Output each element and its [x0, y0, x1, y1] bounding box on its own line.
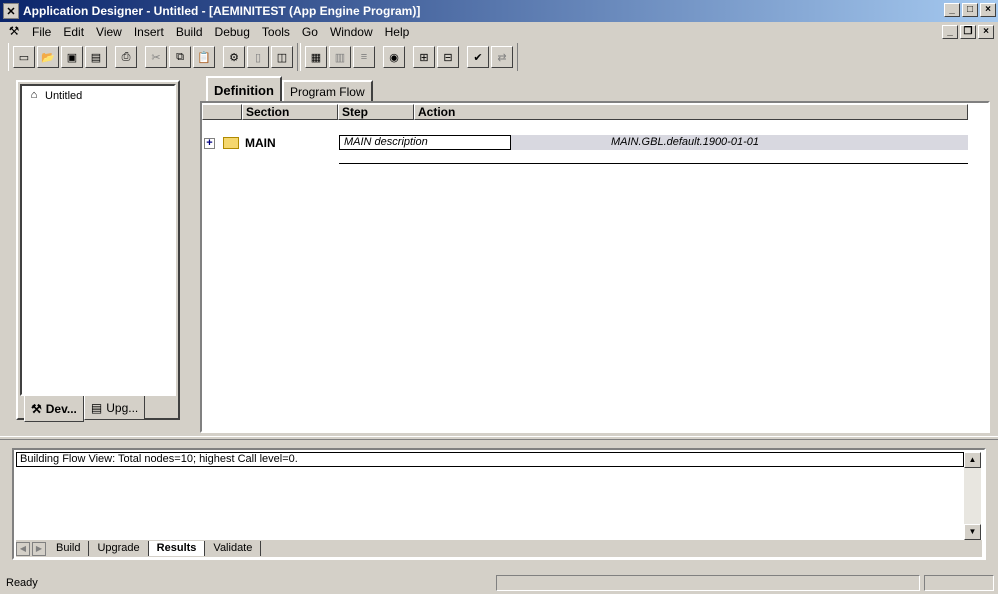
menu-bar: ⚒ File Edit View Insert Build Debug Tool… [0, 22, 998, 42]
app-icon[interactable]: ✕ [3, 3, 19, 19]
tab-upgrade-output[interactable]: Upgrade [89, 541, 149, 556]
status-bar: Ready [0, 572, 998, 594]
cut-icon[interactable]: ✂ [145, 46, 167, 68]
document-icon[interactable]: ⚒ [6, 24, 22, 40]
view-icon[interactable]: ◫ [271, 46, 293, 68]
column-action[interactable]: Action [414, 104, 968, 120]
scroll-up-icon[interactable]: ▲ [964, 452, 981, 468]
splitter[interactable] [0, 436, 998, 440]
delete-step-icon[interactable]: ⊟ [437, 46, 459, 68]
menu-build[interactable]: Build [170, 25, 209, 39]
tab-development[interactable]: ⚒ Dev... [24, 396, 84, 422]
title-bar: ✕ Application Designer - Untitled - [AEM… [0, 0, 998, 22]
section-name: MAIN [245, 136, 276, 150]
tools-icon: ⚒ [31, 401, 42, 416]
status-pane-1 [496, 575, 920, 591]
menu-view[interactable]: View [90, 25, 128, 39]
column-headers: Section Step Action [202, 104, 968, 120]
project-icon: ⌂ [30, 89, 38, 101]
tab-definition[interactable]: Definition [206, 76, 282, 102]
find-icon[interactable]: ▯ [247, 46, 269, 68]
tab-program-flow[interactable]: Program Flow [281, 80, 373, 102]
mdi-restore-button[interactable]: ❐ [960, 25, 976, 39]
section-icon[interactable]: ▦ [305, 46, 327, 68]
compare-icon[interactable]: ⇄ [491, 46, 513, 68]
output-message[interactable]: Building Flow View: Total nodes=10; high… [16, 452, 964, 467]
mdi-minimize-button[interactable]: _ [942, 25, 958, 39]
validate-icon[interactable]: ✔ [467, 46, 489, 68]
copy-icon[interactable]: ⧉ [169, 46, 191, 68]
tab-next-icon[interactable]: ▶ [32, 541, 46, 556]
menu-help[interactable]: Help [379, 25, 416, 39]
new-icon[interactable]: ▭ [13, 46, 35, 68]
menu-insert[interactable]: Insert [128, 25, 170, 39]
scroll-down-icon[interactable]: ▼ [964, 524, 981, 540]
output-scrollbar[interactable]: ▲ ▼ [964, 452, 981, 540]
toolbar: ▭ 📂 ▣ ▤ ⎙ ✂ ⧉ 📋 ⚙ ▯ ◫ ▦ ▥ ≡ ◉ ⊞ ⊟ ✔ ⇄ [8, 42, 520, 72]
divider [339, 163, 968, 164]
minimize-button[interactable]: _ [944, 3, 960, 17]
output-tabs: ◀ ▶ Build Upgrade Results Validate [16, 540, 982, 557]
print-icon[interactable]: ⎙ [115, 46, 137, 68]
upgrade-icon: ▤ [90, 400, 103, 415]
column-step[interactable]: Step [338, 104, 414, 120]
save-icon[interactable]: ▣ [61, 46, 83, 68]
sql-icon[interactable]: ≡ [353, 46, 375, 68]
open-icon[interactable]: 📂 [37, 46, 59, 68]
insert-step-icon[interactable]: ⊞ [413, 46, 435, 68]
tab-upgrade[interactable]: ▤ Upg... [83, 396, 146, 420]
folder-icon [223, 137, 239, 149]
menu-debug[interactable]: Debug [209, 25, 256, 39]
expand-icon[interactable]: + [204, 137, 215, 149]
maximize-button[interactable]: □ [962, 3, 978, 17]
tab-validate[interactable]: Validate [205, 541, 262, 556]
section-description[interactable]: MAIN description [339, 135, 511, 150]
tree-item-label: Untitled [45, 90, 83, 102]
column-blank [202, 104, 242, 120]
section-details: MAIN.GBL.default.1900-01-01 [511, 135, 968, 150]
column-section[interactable]: Section [242, 104, 338, 120]
status-pane-2 [924, 575, 994, 591]
tab-results[interactable]: Results [148, 541, 206, 556]
properties-icon[interactable]: ⚙ [223, 46, 245, 68]
tab-build[interactable]: Build [48, 541, 90, 556]
project-tabs: ⚒ Dev... ▤ Upg... [24, 396, 146, 422]
mdi-close-button[interactable]: × [978, 25, 994, 39]
menu-go[interactable]: Go [296, 25, 324, 39]
menu-edit[interactable]: Edit [57, 25, 90, 39]
paste-icon[interactable]: 📋 [193, 46, 215, 68]
status-text: Ready [6, 577, 38, 589]
project-tree[interactable]: ⌂ Untitled [20, 84, 176, 396]
tab-prev-icon[interactable]: ◀ [16, 541, 30, 556]
menu-file[interactable]: File [26, 25, 57, 39]
tree-item-root[interactable]: ⌂ Untitled [22, 86, 174, 106]
definition-tabs: Definition Program Flow [206, 76, 373, 102]
menu-tools[interactable]: Tools [256, 25, 296, 39]
save-all-icon[interactable]: ▤ [85, 46, 107, 68]
close-button[interactable]: × [980, 3, 996, 17]
step-icon[interactable]: ▥ [329, 46, 351, 68]
peoplecode-icon[interactable]: ◉ [383, 46, 405, 68]
menu-window[interactable]: Window [324, 25, 379, 39]
window-title: Application Designer - Untitled - [AEMIN… [23, 4, 421, 18]
